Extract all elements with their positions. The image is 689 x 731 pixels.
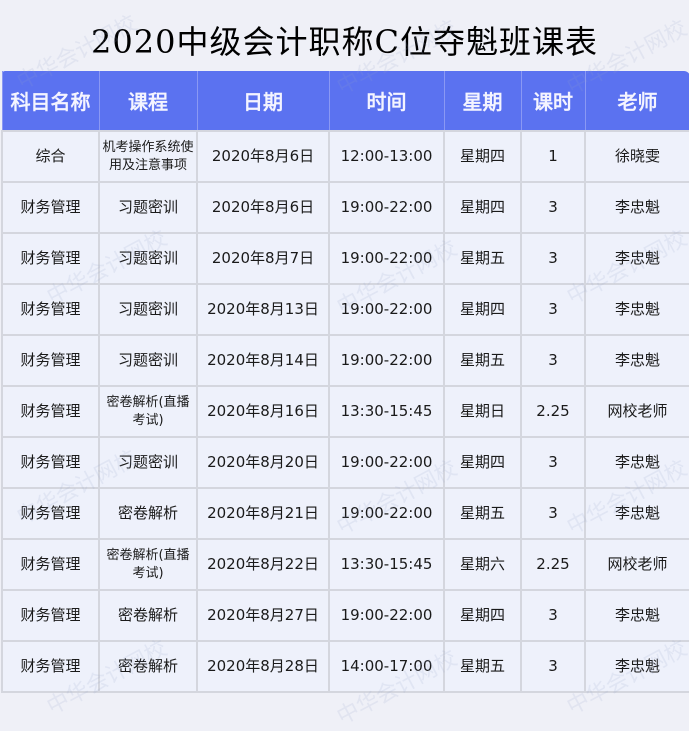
- cell-date: 2020年8月16日: [196, 385, 330, 438]
- table-row: 财务管理 密卷解析 2020年8月28日 14:00-17:00 星期五 3 李忠魁: [1, 640, 689, 693]
- cell-time: 19:00-22:00: [328, 436, 445, 489]
- page-title: 2020中级会计职称C位夺魁班课表: [91, 22, 598, 61]
- cell-hours: 2.25: [520, 385, 586, 438]
- cell-teacher: 网校老师: [584, 538, 689, 591]
- cell-date: 2020年8月27日: [196, 589, 330, 642]
- cell-subject: 财务管理: [1, 538, 100, 591]
- cell-hours: 3: [520, 283, 586, 336]
- table-row: 财务管理 习题密训 2020年8月7日 19:00-22:00 星期五 3 李忠魁: [1, 232, 689, 285]
- cell-date: 2020年8月22日: [196, 538, 330, 591]
- column-header-hours: 课时: [520, 71, 586, 131]
- table-row: 财务管理 密卷解析(直播考试) 2020年8月22日 13:30-15:45 星期六 2.…: [1, 538, 689, 591]
- cell-date: 2020年8月6日: [196, 181, 330, 234]
- cell-subject: 财务管理: [1, 640, 100, 693]
- cell-date: 2020年8月13日: [196, 283, 330, 336]
- cell-weekday: 星期六: [443, 538, 522, 591]
- cell-subject: 财务管理: [1, 589, 100, 642]
- cell-time: 19:00-22:00: [328, 232, 445, 285]
- cell-course: 密卷解析: [98, 589, 198, 642]
- cell-course: 密卷解析(直播考试): [98, 538, 198, 591]
- cell-weekday: 星期四: [443, 436, 522, 489]
- cell-subject: 财务管理: [1, 283, 100, 336]
- column-header-time: 时间: [328, 71, 445, 131]
- cell-hours: 3: [520, 334, 586, 387]
- table-row: 综合 机考操作系统使用及注意事项 2020年8月6日 12:00-13:00 星期四 1 徐…: [1, 130, 689, 183]
- cell-course: 密卷解析: [98, 640, 198, 693]
- cell-date: 2020年8月6日: [196, 130, 330, 183]
- cell-date: 2020年8月28日: [196, 640, 330, 693]
- cell-subject: 综合: [1, 130, 100, 183]
- cell-hours: 3: [520, 436, 586, 489]
- cell-course: 习题密训: [98, 181, 198, 234]
- cell-teacher: 李忠魁: [584, 283, 689, 336]
- cell-weekday: 星期五: [443, 487, 522, 540]
- cell-hours: 3: [520, 589, 586, 642]
- column-header-subject: 科目名称: [1, 71, 100, 131]
- table-row: 财务管理 习题密训 2020年8月14日 19:00-22:00 星期五 3 李忠魁: [1, 334, 689, 387]
- cell-weekday: 星期五: [443, 640, 522, 693]
- cell-time: 12:00-13:00: [328, 130, 445, 183]
- cell-teacher: 李忠魁: [584, 487, 689, 540]
- cell-hours: 3: [520, 181, 586, 234]
- column-header-teacher: 老师: [584, 71, 689, 131]
- cell-course: 密卷解析: [98, 487, 198, 540]
- column-header-course: 课程: [98, 71, 198, 131]
- table-row: 财务管理 习题密训 2020年8月20日 19:00-22:00 星期四 3 李忠魁: [1, 436, 689, 489]
- cell-time: 13:30-15:45: [328, 538, 445, 591]
- cell-hours: 3: [520, 232, 586, 285]
- cell-weekday: 星期四: [443, 130, 522, 183]
- cell-weekday: 星期四: [443, 589, 522, 642]
- table-row: 财务管理 密卷解析 2020年8月27日 19:00-22:00 星期四 3 李忠魁: [1, 589, 689, 642]
- cell-teacher: 李忠魁: [584, 334, 689, 387]
- cell-course: 习题密训: [98, 232, 198, 285]
- cell-subject: 财务管理: [1, 436, 100, 489]
- cell-weekday: 星期四: [443, 181, 522, 234]
- cell-teacher: 李忠魁: [584, 589, 689, 642]
- cell-weekday: 星期五: [443, 334, 522, 387]
- table-row: 财务管理 习题密训 2020年8月6日 19:00-22:00 星期四 3 李忠魁: [1, 181, 689, 234]
- cell-date: 2020年8月14日: [196, 334, 330, 387]
- table-row: 财务管理 密卷解析 2020年8月21日 19:00-22:00 星期五 3 李忠魁: [1, 487, 689, 540]
- cell-teacher: 李忠魁: [584, 232, 689, 285]
- cell-subject: 财务管理: [1, 232, 100, 285]
- cell-course: 机考操作系统使用及注意事项: [98, 130, 198, 183]
- cell-date: 2020年8月7日: [196, 232, 330, 285]
- cell-teacher: 网校老师: [584, 385, 689, 438]
- cell-hours: 1: [520, 130, 586, 183]
- cell-course: 密卷解析(直播考试): [98, 385, 198, 438]
- cell-time: 14:00-17:00: [328, 640, 445, 693]
- cell-time: 19:00-22:00: [328, 181, 445, 234]
- cell-subject: 财务管理: [1, 487, 100, 540]
- cell-course: 习题密训: [98, 436, 198, 489]
- table-row: 财务管理 密卷解析(直播考试) 2020年8月16日 13:30-15:45 星期日 2.…: [1, 385, 689, 438]
- column-header-date: 日期: [196, 71, 330, 131]
- cell-date: 2020年8月20日: [196, 436, 330, 489]
- cell-time: 19:00-22:00: [328, 283, 445, 336]
- cell-time: 19:00-22:00: [328, 487, 445, 540]
- cell-teacher: 李忠魁: [584, 436, 689, 489]
- cell-time: 19:00-22:00: [328, 589, 445, 642]
- cell-weekday: 星期五: [443, 232, 522, 285]
- cell-time: 19:00-22:00: [328, 334, 445, 387]
- schedule-table: 科目名称 课程 日期 时间 星期 课时 老师 综合 机考操作系统使用及注意事项 20…: [1, 71, 689, 693]
- cell-course: 习题密训: [98, 283, 198, 336]
- cell-hours: 2.25: [520, 538, 586, 591]
- cell-time: 13:30-15:45: [328, 385, 445, 438]
- cell-course: 习题密训: [98, 334, 198, 387]
- cell-subject: 财务管理: [1, 385, 100, 438]
- cell-subject: 财务管理: [1, 334, 100, 387]
- cell-weekday: 星期日: [443, 385, 522, 438]
- header-row: 科目名称 课程 日期 时间 星期 课时 老师: [1, 71, 689, 131]
- table-row: 财务管理 习题密训 2020年8月13日 19:00-22:00 星期四 3 李忠魁: [1, 283, 689, 336]
- cell-weekday: 星期四: [443, 283, 522, 336]
- cell-hours: 3: [520, 640, 586, 693]
- cell-teacher: 徐晓雯: [584, 130, 689, 183]
- cell-hours: 3: [520, 487, 586, 540]
- cell-subject: 财务管理: [1, 181, 100, 234]
- cell-teacher: 李忠魁: [584, 181, 689, 234]
- cell-teacher: 李忠魁: [584, 640, 689, 693]
- column-header-weekday: 星期: [443, 71, 522, 131]
- cell-date: 2020年8月21日: [196, 487, 330, 540]
